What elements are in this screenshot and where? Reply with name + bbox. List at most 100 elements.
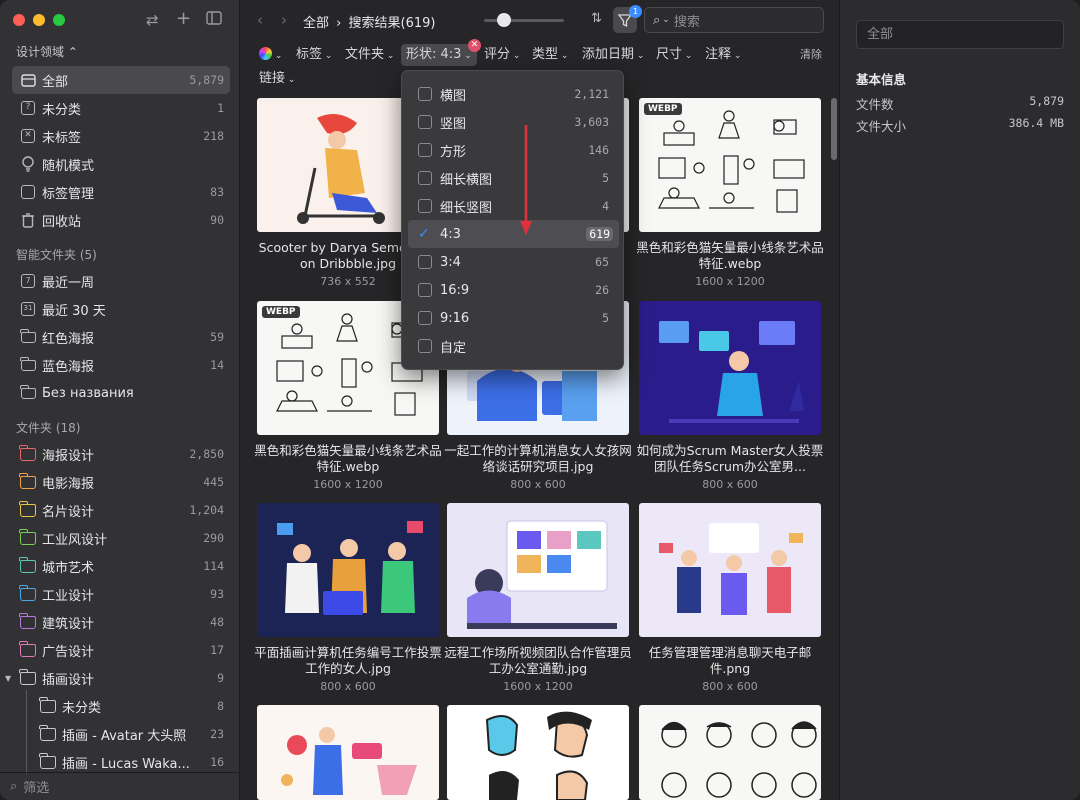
thumbnail-size-slider[interactable] — [484, 19, 564, 22]
rating-filter-button[interactable]: 评分 ⌄ — [484, 44, 520, 66]
grid-scrollbar[interactable] — [831, 98, 837, 160]
expand-chevron-icon[interactable]: ▼ — [5, 674, 11, 683]
shape-option-label: 9:16 — [440, 310, 470, 326]
sidebar-item-random[interactable]: 随机模式 — [12, 150, 230, 178]
add-icon[interactable]: + — [176, 8, 191, 29]
sidebar-item-count: 14 — [210, 358, 224, 372]
file-size-row: 文件大小 386.4 MB — [856, 116, 1064, 135]
checkbox[interactable] — [418, 87, 432, 101]
sidebar-item-uncategorized[interactable]: ? 未分类 1 — [12, 94, 230, 122]
sort-icon[interactable]: ⇅ — [591, 11, 602, 26]
shape-option[interactable]: 16:9 26 — [408, 276, 619, 304]
shape-option[interactable]: 细长竖图 4 — [408, 192, 619, 220]
checkmark-icon[interactable]: ✓ — [418, 227, 432, 241]
folder-item[interactable]: 电影海报 445 — [12, 468, 230, 496]
shape-filter-button[interactable]: 形状: 4:3 ⌄ — [401, 44, 477, 66]
folder-item[interactable]: 海报设计 2,850 — [12, 440, 230, 468]
thumbnail-image — [639, 705, 821, 800]
minimize-window-button[interactable] — [33, 14, 45, 26]
shape-option-count: 619 — [586, 227, 613, 241]
smart-folder-item[interactable]: 31 最近 30 天 — [12, 295, 230, 323]
link-filter-button[interactable]: 链接 ⌄ — [259, 68, 295, 90]
date-filter-button[interactable]: 添加日期 ⌄ — [582, 44, 644, 66]
checkbox[interactable] — [418, 283, 432, 297]
shape-option[interactable]: 自定 — [408, 332, 619, 360]
swap-icon[interactable]: ⇄ — [146, 11, 159, 29]
smart-folders-header[interactable]: 智能文件夹 (5) — [16, 246, 97, 263]
type-filter-button[interactable]: 类型 ⌄ — [532, 44, 568, 66]
subfolder-item[interactable]: 插画 - Avatar 大头照 23 — [32, 720, 230, 748]
folder-item[interactable]: 工业风设计 290 — [12, 524, 230, 552]
folders-header[interactable]: 文件夹 (18) — [16, 419, 80, 436]
inspector-name-field[interactable]: 全部 — [856, 20, 1064, 49]
library-switcher[interactable]: 设计领域 ⌃ — [16, 43, 78, 60]
sidebar-toggle-icon[interactable] — [206, 11, 222, 29]
shape-option[interactable]: 3:4 65 — [408, 248, 619, 276]
shape-option[interactable]: 竖图 3,603 — [408, 108, 619, 136]
sidebar-item-tag-manager[interactable]: 标签管理 83 — [12, 178, 230, 206]
search-options-chevron-icon[interactable]: ⌄ — [662, 15, 670, 25]
color-filter-button[interactable]: ⌄ — [259, 44, 282, 66]
shape-option[interactable]: 横图 2,121 — [408, 80, 619, 108]
subfolder-label: 插画 - Lucas Waka... — [62, 756, 190, 772]
sidebar-item-all[interactable]: 全部 5,879 — [12, 66, 230, 94]
folder-item[interactable]: 工业设计 93 — [12, 580, 230, 608]
shape-option-label: 自定 — [440, 340, 467, 356]
checkbox[interactable] — [418, 171, 432, 185]
slider-handle[interactable] — [497, 13, 511, 27]
checkbox[interactable] — [418, 255, 432, 269]
checkbox[interactable] — [418, 143, 432, 157]
folder-filter-button[interactable]: 文件夹 ⌄ — [345, 44, 394, 66]
shape-option[interactable]: 细长横图 5 — [408, 164, 619, 192]
smart-folder-item[interactable]: 7 最近一周 — [12, 267, 230, 295]
sidebar-item-count: 59 — [210, 330, 224, 344]
filter-button[interactable]: 1 — [613, 5, 642, 33]
shape-option-label: 竖图 — [440, 116, 467, 132]
forward-icon[interactable]: › — [281, 11, 287, 29]
zoom-window-button[interactable] — [53, 14, 65, 26]
smart-folder-item[interactable]: 红色海报 59 — [12, 323, 230, 351]
search-field[interactable]: ⌕ ⌄ 搜索 — [644, 7, 824, 33]
item-dimensions: 800 x 600 — [702, 680, 758, 693]
all-items-icon — [20, 72, 36, 88]
thumbnail-image — [639, 301, 821, 435]
folder-icon — [19, 444, 36, 462]
folder-item[interactable]: 名片设计 1,204 — [12, 496, 230, 524]
clear-filters-button[interactable]: 清除 — [800, 44, 822, 66]
shape-option[interactable]: ✓ 4:3 619 — [408, 220, 619, 248]
shape-option[interactable]: 方形 146 — [408, 136, 619, 164]
size-filter-button[interactable]: 尺寸 ⌄ — [656, 44, 692, 66]
folder-icon — [19, 500, 36, 518]
shape-option-count: 2,121 — [574, 87, 609, 101]
folder-item[interactable]: 广告设计 17 — [12, 636, 230, 664]
checkbox[interactable] — [418, 311, 432, 325]
folder-item[interactable]: 城市艺术 114 — [12, 552, 230, 580]
sidebar-item-label: 全部 — [42, 74, 69, 90]
sidebar-filter-field[interactable]: ⌕ 筛选 — [0, 772, 240, 800]
folder-count: 114 — [203, 559, 224, 573]
tags-filter-button[interactable]: 标签 ⌄ — [296, 44, 332, 66]
checkbox[interactable] — [418, 339, 432, 353]
shape-option[interactable]: 9:16 5 — [408, 304, 619, 332]
smart-folder-item[interactable]: 蓝色海报 14 — [12, 351, 230, 379]
folder-item[interactable]: ▼ 插画设计 9 — [5, 664, 230, 692]
breadcrumb-current: 搜索结果(619) — [348, 16, 436, 31]
item-caption: 如何成为Scrum Master女人投票团队任务Scrum办公室男... — [636, 443, 824, 474]
checkbox[interactable] — [418, 115, 432, 129]
smart-folder-item[interactable]: Без названия — [12, 379, 230, 407]
sidebar-item-trash[interactable]: 回收站 90 — [12, 206, 230, 234]
folder-count: 445 — [203, 475, 224, 489]
back-icon[interactable]: ‹ — [257, 11, 263, 29]
subfolder-item[interactable]: 未分类 8 — [32, 692, 230, 720]
checkbox[interactable] — [418, 199, 432, 213]
subfolder-count: 23 — [210, 727, 224, 741]
color-wheel-icon — [259, 47, 272, 60]
close-window-button[interactable] — [13, 14, 25, 26]
tag-manager-icon — [20, 184, 36, 200]
folder-item[interactable]: 建筑设计 48 — [12, 608, 230, 636]
sidebar-item-label: 最近 30 天 — [42, 303, 106, 319]
clear-shape-filter-icon[interactable]: ✕ — [468, 39, 481, 52]
breadcrumb-root[interactable]: 全部 — [303, 16, 329, 31]
sidebar-item-untagged[interactable]: ✕ 未标签 218 — [12, 122, 230, 150]
note-filter-button[interactable]: 注释 ⌄ — [705, 44, 741, 66]
